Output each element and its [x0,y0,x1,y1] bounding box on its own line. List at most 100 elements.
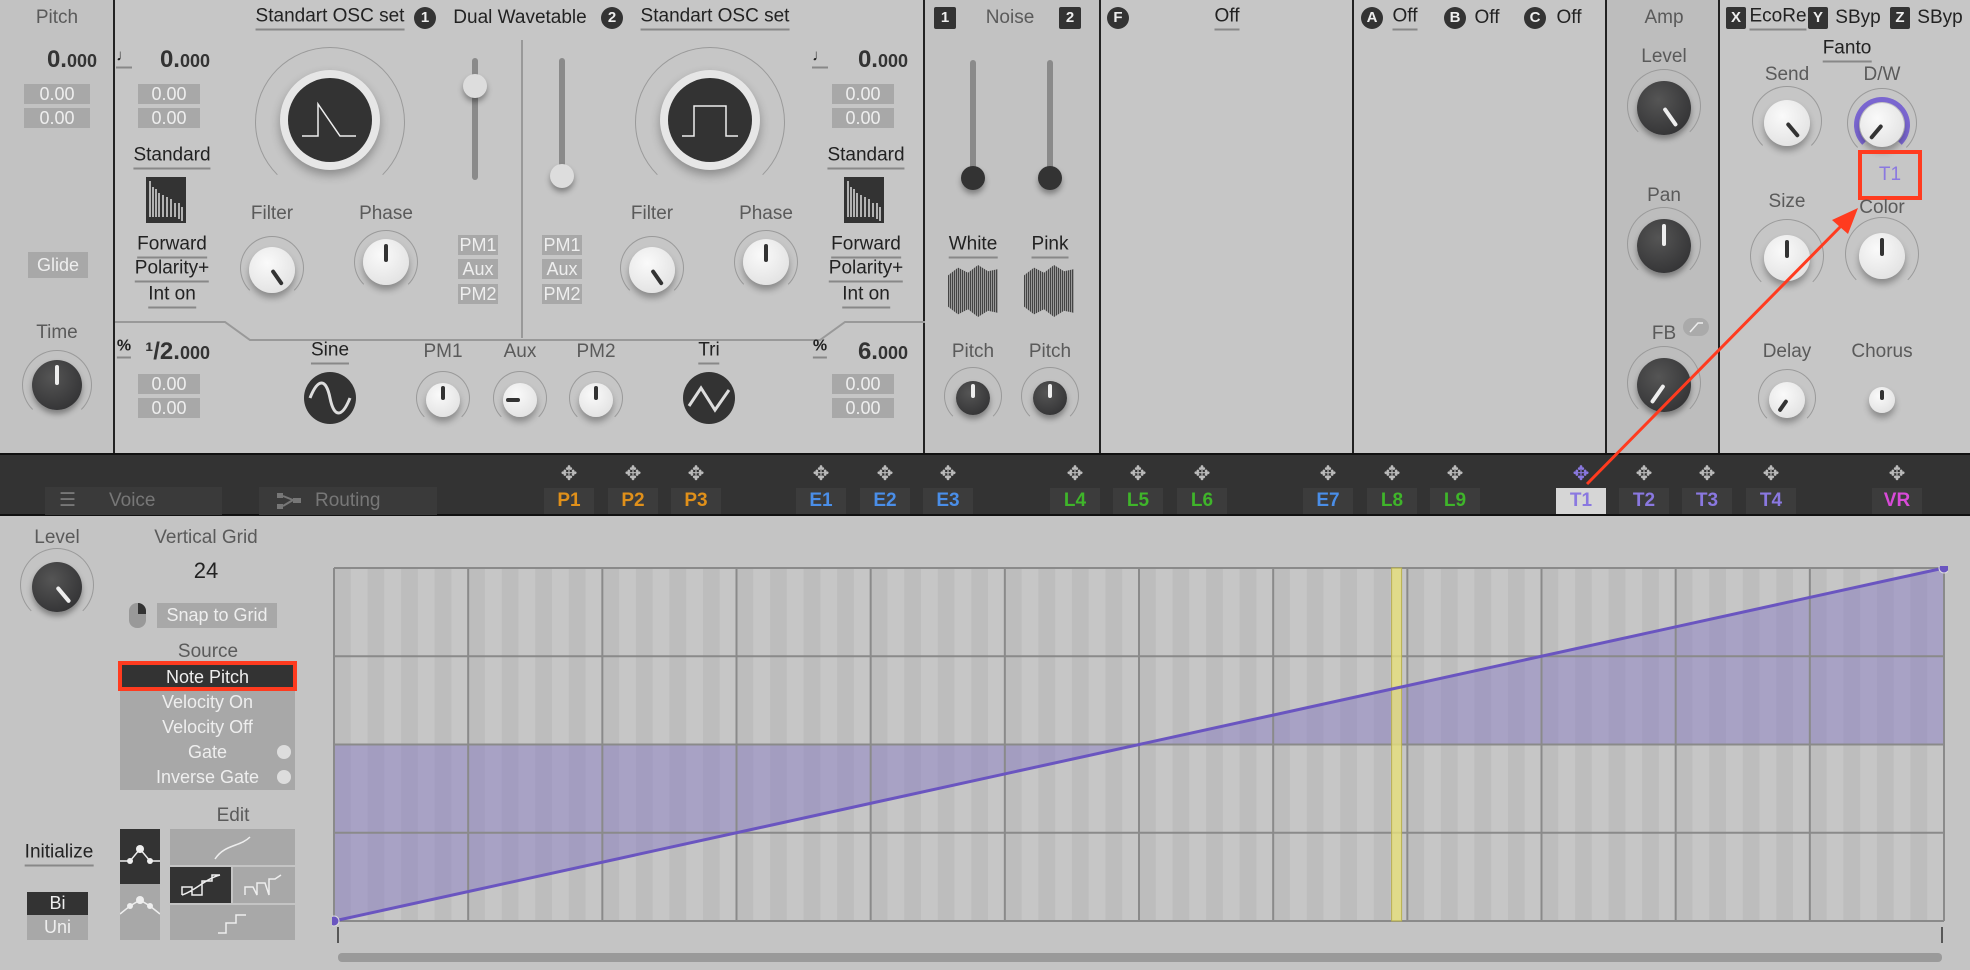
mod-tab-l8[interactable]: L8 [1367,488,1417,514]
osc2-interp[interactable]: Int on [842,284,890,309]
drag-handle-icon[interactable]: ✥ [688,461,705,486]
editor-level-knob[interactable] [32,562,82,612]
osc2-table-select[interactable]: Standard [827,145,905,170]
mod-tab-l9[interactable]: L9 [1430,488,1480,514]
osc2-ratio-fine-1[interactable]: 0.00 [832,374,894,394]
osc1-fine-1[interactable]: 0.00 [138,84,200,104]
source-note-pitch[interactable]: Note Pitch [120,665,295,689]
osc1-ratio-fine-2[interactable]: 0.00 [138,398,200,418]
drag-handle-icon[interactable]: ✥ [1699,461,1716,486]
noise1-pitch-knob[interactable] [956,381,990,415]
osc2-wave-dial[interactable] [660,70,760,170]
drag-handle-icon[interactable]: ✥ [1384,461,1401,486]
mod-tab-p1[interactable]: P1 [544,488,594,514]
osc1-ratio-value[interactable]: ¹/2.000 [145,338,210,366]
mod-tab-e1[interactable]: E1 [796,488,846,514]
routing-tab[interactable]: Routing [259,487,437,515]
smooth-points-button[interactable] [120,829,160,884]
mod-tab-t1[interactable]: T1 [1556,488,1606,514]
noise2-level-slider[interactable] [1047,60,1053,178]
graph-point[interactable] [332,915,340,927]
source-inverse-gate[interactable]: Inverse Gate [120,765,295,789]
vertical-grid-value[interactable]: 24 [194,558,218,584]
osc2-phase-knob[interactable] [743,239,789,285]
osc2-mod-pm2[interactable]: PM2 [542,284,582,304]
mod-tab-l6[interactable]: L6 [1177,488,1227,514]
mod-tab-e2[interactable]: E2 [860,488,910,514]
pitch-fine-2[interactable]: 0.00 [24,108,90,128]
pm1-knob[interactable] [426,383,460,417]
osc1-polarity[interactable]: Polarity+ [134,258,210,283]
osc1-slider-handle[interactable] [463,74,487,98]
osc1-interp[interactable]: Int on [148,284,196,309]
osc2-level-slider[interactable] [559,58,565,180]
edit-smooth-button[interactable] [170,829,295,865]
osc2-set-select[interactable]: Standart OSC set [640,6,790,31]
source-velocity-on[interactable]: Velocity On [120,690,295,714]
osc2-polarity[interactable]: Polarity+ [828,258,904,283]
modulation-graph[interactable] [332,566,1948,966]
noise2-type[interactable]: Pink [1031,234,1069,259]
bi-button[interactable]: Bi [27,892,88,915]
noise1-type[interactable]: White [948,234,998,259]
osc2-mod-pm1[interactable]: PM1 [542,235,582,255]
mod-tab-p2[interactable]: P2 [608,488,658,514]
size-knob[interactable] [1764,235,1810,281]
drag-handle-icon[interactable]: ✥ [1067,461,1084,486]
pitch-fine-1[interactable]: 0.00 [24,84,90,104]
drag-handle-icon[interactable]: ✥ [813,461,830,486]
slot-c-select[interactable]: Off [1557,7,1582,29]
mod-tab-e7[interactable]: E7 [1303,488,1353,514]
osc1-mod-pm1[interactable]: PM1 [458,235,498,255]
drag-handle-icon[interactable]: ✥ [1194,461,1211,486]
color-knob[interactable] [1859,233,1905,279]
osc1-ratio-fine-1[interactable]: 0.00 [138,374,200,394]
osc1-set-select[interactable]: Standart OSC set [255,6,405,31]
horizontal-scrollbar[interactable] [338,953,1942,962]
osc2-direction[interactable]: Forward [831,234,901,259]
mod-tab-l5[interactable]: L5 [1113,488,1163,514]
osc2-ratio-mode[interactable]: % [812,338,828,359]
drag-handle-icon[interactable]: ✥ [561,461,578,486]
drag-handle-icon[interactable]: ✥ [1447,461,1464,486]
osc2-filter-knob[interactable] [629,247,675,293]
mod-tab-l4[interactable]: L4 [1050,488,1100,514]
drag-handle-icon[interactable]: ✥ [1130,461,1147,486]
fx-z-select[interactable]: SByp [1917,7,1962,29]
osc-mode-label[interactable]: Dual Wavetable [453,7,586,29]
osc2-slider-handle[interactable] [550,164,574,188]
send-knob[interactable] [1764,100,1810,146]
edit-step-button[interactable] [170,905,295,940]
noise1-level-slider[interactable] [970,60,976,178]
pitch-value[interactable]: 0.000 [47,46,97,74]
time-knob[interactable] [32,360,82,410]
drag-handle-icon[interactable]: ✥ [625,461,642,486]
osc2-fine-1[interactable]: 0.00 [832,84,894,104]
osc1-mod-aux[interactable]: Aux [458,259,498,279]
noise1-slider-handle[interactable] [961,166,985,190]
drag-handle-icon[interactable]: ✥ [1573,461,1590,486]
drag-handle-icon[interactable]: ✥ [1763,461,1780,486]
osc1-mod-pm2[interactable]: PM2 [458,284,498,304]
fb-curve-icon[interactable] [1683,318,1709,336]
drag-handle-icon[interactable]: ✥ [877,461,894,486]
sine-wave-icon[interactable] [304,372,356,424]
mod-tab-e3[interactable]: E3 [923,488,973,514]
osc1-filter-knob[interactable] [249,247,295,293]
delay-knob[interactable] [1769,382,1805,418]
osc2-ratio-fine-2[interactable]: 0.00 [832,398,894,418]
noise2-pitch-knob[interactable] [1033,381,1067,415]
osc2-note-icon[interactable]: ♩ [812,48,828,69]
osc2-fine-2[interactable]: 0.00 [832,108,894,128]
osc2-ratio-value[interactable]: 6.000 [858,338,908,366]
osc1-pm-wave-select[interactable]: Sine [310,340,350,365]
pm2-knob[interactable] [579,383,613,417]
fx-x-select[interactable]: EcoRe [1749,6,1807,31]
edit-step-smooth-button[interactable] [170,867,231,903]
drag-handle-icon[interactable]: ✥ [1636,461,1653,486]
initialize-button[interactable]: Initialize [24,842,94,867]
linear-points-button[interactable] [119,884,161,940]
mod-tab-t2[interactable]: T2 [1619,488,1669,514]
osc1-fine-2[interactable]: 0.00 [138,108,200,128]
filter-select[interactable]: Off [1214,6,1240,31]
